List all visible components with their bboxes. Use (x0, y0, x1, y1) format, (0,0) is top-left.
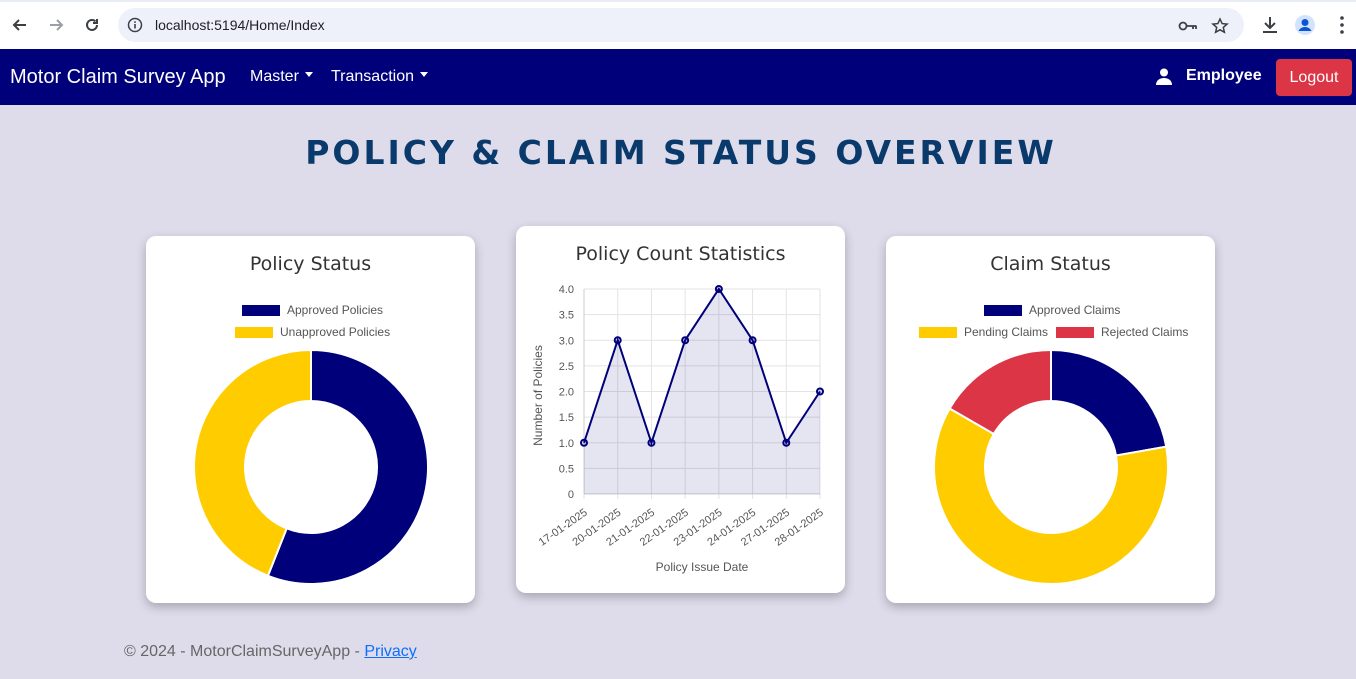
y-tick-label: 0 (568, 489, 574, 501)
data-point[interactable] (748, 336, 757, 345)
user-icon (1156, 68, 1172, 85)
data-point[interactable] (580, 438, 588, 447)
tab-strip (0, 0, 1356, 2)
more-menu-icon[interactable] (1331, 14, 1353, 36)
y-tick-label: 2.5 (559, 361, 574, 373)
x-axis-label: Policy Issue Date (656, 560, 749, 574)
chevron-down-icon (304, 72, 313, 78)
policy-status-donut-chart (193, 348, 429, 585)
privacy-link[interactable]: Privacy (364, 643, 416, 660)
logout-button[interactable]: Logout (1276, 59, 1352, 96)
brand-link[interactable]: Motor Claim Survey App (10, 66, 226, 89)
claim-status-card: Claim Status Approved Claims Pending Cla… (886, 236, 1215, 603)
data-point[interactable] (613, 336, 622, 345)
footer-copyright: © 2024 - MotorClaimSurveyApp - (124, 643, 365, 660)
reload-icon[interactable] (80, 13, 104, 37)
password-key-icon[interactable] (1178, 17, 1197, 35)
policy-count-line-chart: 00.51.01.52.02.53.03.54.017-01-202520-01… (531, 284, 826, 574)
address-bar[interactable]: localhost:5194/Home/Index (118, 8, 1244, 42)
y-tick-label: 2.0 (559, 387, 574, 399)
footer: © 2024 - MotorClaimSurveyApp - Privacy (124, 643, 417, 661)
y-axis-label: Number of Policies (531, 345, 545, 446)
y-tick-label: 0.5 (559, 463, 574, 475)
download-icon[interactable] (1259, 14, 1281, 36)
data-point[interactable] (816, 387, 824, 396)
menu-transaction[interactable]: Transaction (331, 68, 428, 86)
y-tick-label: 1.0 (559, 438, 574, 450)
data-point[interactable] (681, 336, 690, 345)
policy-count-card: Policy Count Statistics 0 0.5 1.0 1.5 2.0 2.5… (516, 226, 845, 593)
bookmark-star-icon[interactable] (1211, 17, 1229, 35)
donut-slice-approved-claims[interactable] (1050, 348, 1168, 457)
profile-icon[interactable] (1294, 14, 1316, 36)
user-menu[interactable]: Employee (1156, 67, 1262, 85)
claim-status-donut-chart (933, 348, 1169, 585)
forward-icon[interactable] (44, 13, 68, 37)
browser-toolbar: localhost:5194/Home/Index (0, 0, 1356, 49)
back-icon[interactable] (8, 13, 32, 37)
y-tick-label: 3.5 (559, 310, 574, 322)
y-tick-label: 4.0 (559, 284, 574, 296)
site-info-icon[interactable] (127, 17, 143, 33)
y-tick-label: 3.0 (559, 335, 574, 347)
menu-master-label: Master (250, 68, 299, 85)
app-navbar: Motor Claim Survey App Master Transactio… (0, 49, 1356, 105)
menu-master[interactable]: Master (250, 68, 313, 86)
data-point[interactable] (782, 438, 791, 447)
user-label: Employee (1186, 67, 1262, 84)
url-text[interactable]: localhost:5194/Home/Index (155, 17, 325, 33)
data-point[interactable] (714, 285, 723, 293)
menu-transaction-label: Transaction (331, 68, 414, 85)
chevron-down-icon (420, 72, 428, 78)
policy-status-card: Policy Status Approved Policies Unapprov… (146, 236, 475, 603)
y-tick-label: 1.5 (559, 412, 574, 424)
data-point[interactable] (647, 438, 656, 447)
page-title: POLICY & CLAIM STATUS OVERVIEW (305, 133, 1057, 172)
